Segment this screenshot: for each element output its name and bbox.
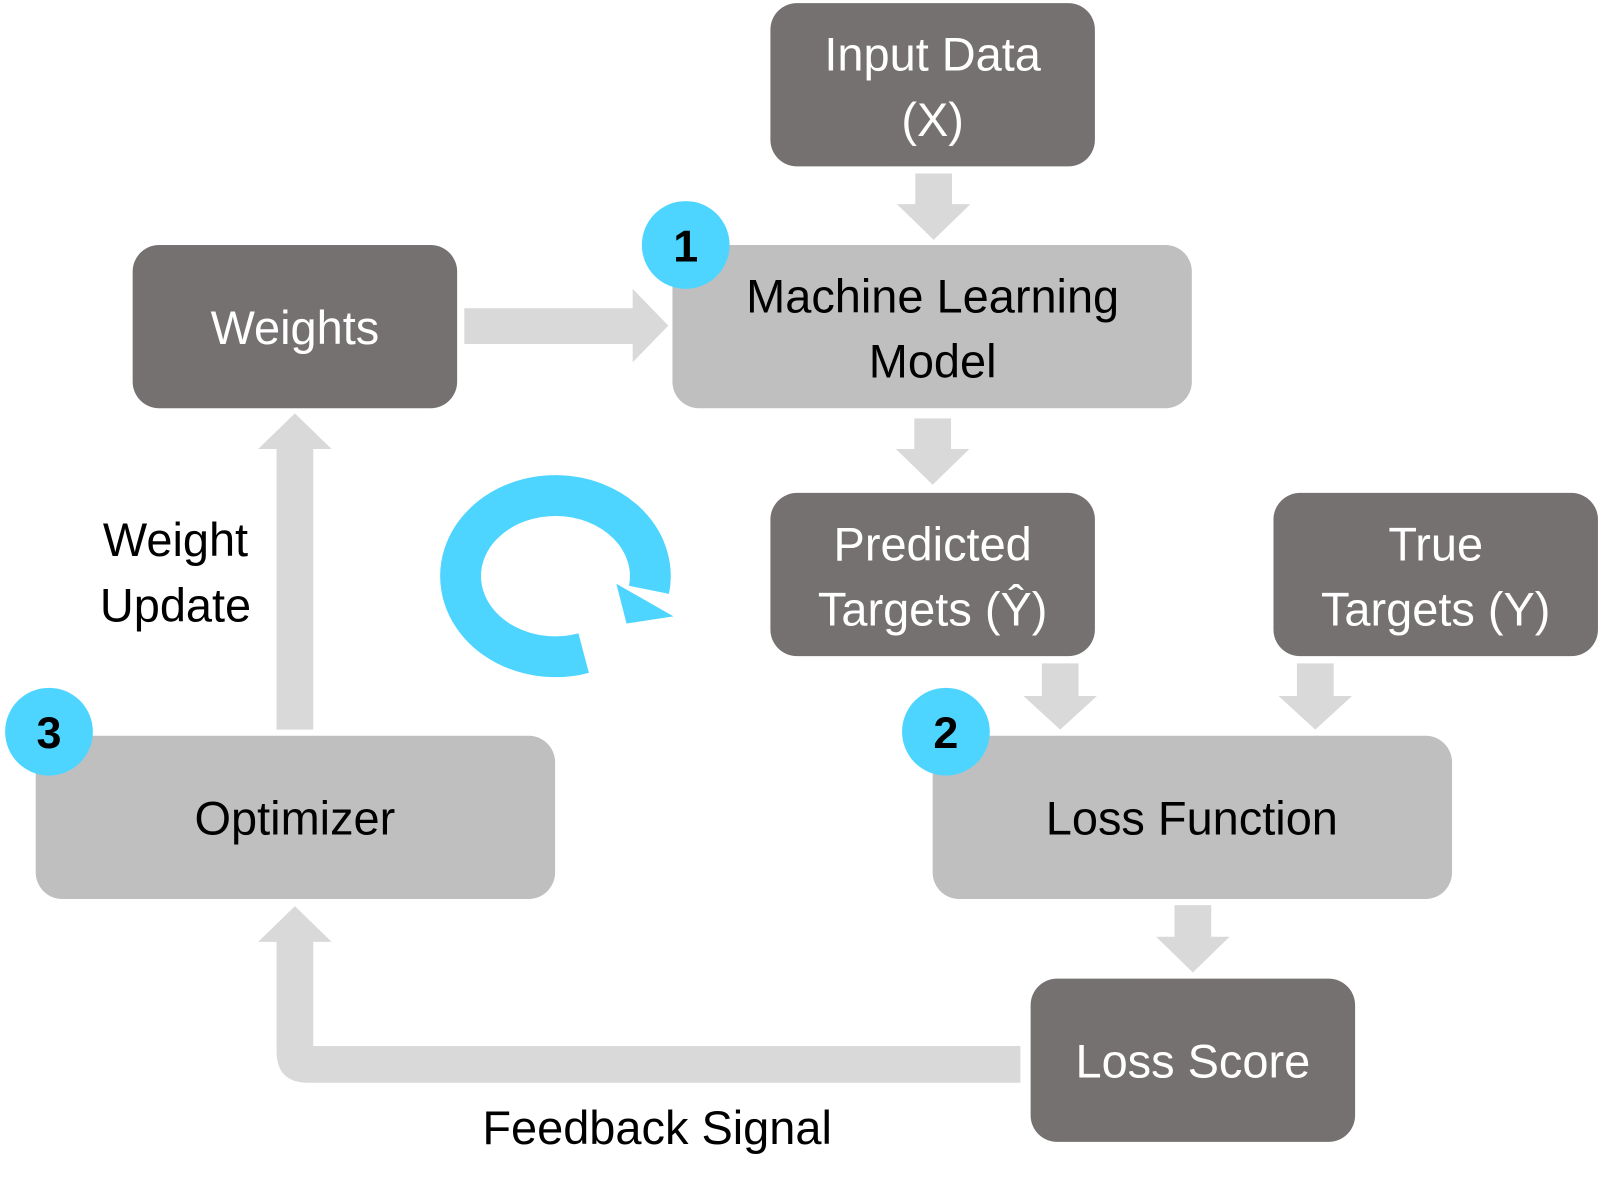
arrow-weights-to-model: [464, 288, 669, 363]
node-label: Targets (Ŷ): [818, 584, 1047, 636]
weight-update-label: Update: [100, 579, 251, 631]
node-weights: Weights: [132, 244, 458, 409]
node-label: Optimizer: [195, 793, 396, 845]
node-loss-function: Loss Function: [932, 735, 1453, 900]
arrow-loss-to-score: [1156, 905, 1230, 973]
node-machine-learning-model: Machine Learning Model: [672, 244, 1192, 409]
arrow-weight-update: [258, 413, 332, 730]
node-predicted-targets: Predicted Targets (Ŷ): [770, 492, 1095, 657]
svg-text:2: 2: [933, 707, 958, 758]
arrow-model-to-predicted: [895, 418, 970, 485]
node-label: Loss Score: [1075, 1036, 1310, 1088]
weight-update-label: Weight: [103, 514, 248, 566]
training-loop-diagram: Input Data (X) Weights Machine Learning …: [5, 3, 1598, 1154]
node-loss-score: Loss Score: [1030, 978, 1356, 1142]
step-badge-3: 3: [5, 687, 93, 776]
node-label: Machine Learning: [746, 270, 1119, 322]
step-badge-2: 2: [902, 687, 990, 776]
node-label: Loss Function: [1046, 793, 1338, 845]
arrow-predicted-to-loss: [1023, 663, 1097, 730]
arrow-input-to-model: [896, 173, 971, 240]
node-label: Predicted: [834, 518, 1032, 570]
arrow-true-to-loss: [1278, 663, 1353, 730]
step-badge-1: 1: [641, 201, 730, 289]
arrow-feedback-signal: [258, 906, 1021, 1083]
svg-text:1: 1: [673, 220, 698, 271]
node-input-data: Input Data (X): [770, 3, 1095, 167]
node-optimizer: Optimizer: [35, 735, 556, 900]
node-label: Input Data: [824, 28, 1041, 80]
node-label: True: [1388, 518, 1483, 570]
svg-text:3: 3: [36, 707, 61, 758]
node-label: Model: [869, 336, 997, 388]
node-label: Targets (Y): [1321, 584, 1550, 636]
node-label: (X): [901, 94, 964, 146]
circular-arrow-icon: [440, 475, 674, 678]
node-label: Weights: [211, 302, 380, 354]
node-true-targets: True Targets (Y): [1273, 492, 1598, 657]
feedback-signal-label: Feedback Signal: [482, 1102, 832, 1154]
